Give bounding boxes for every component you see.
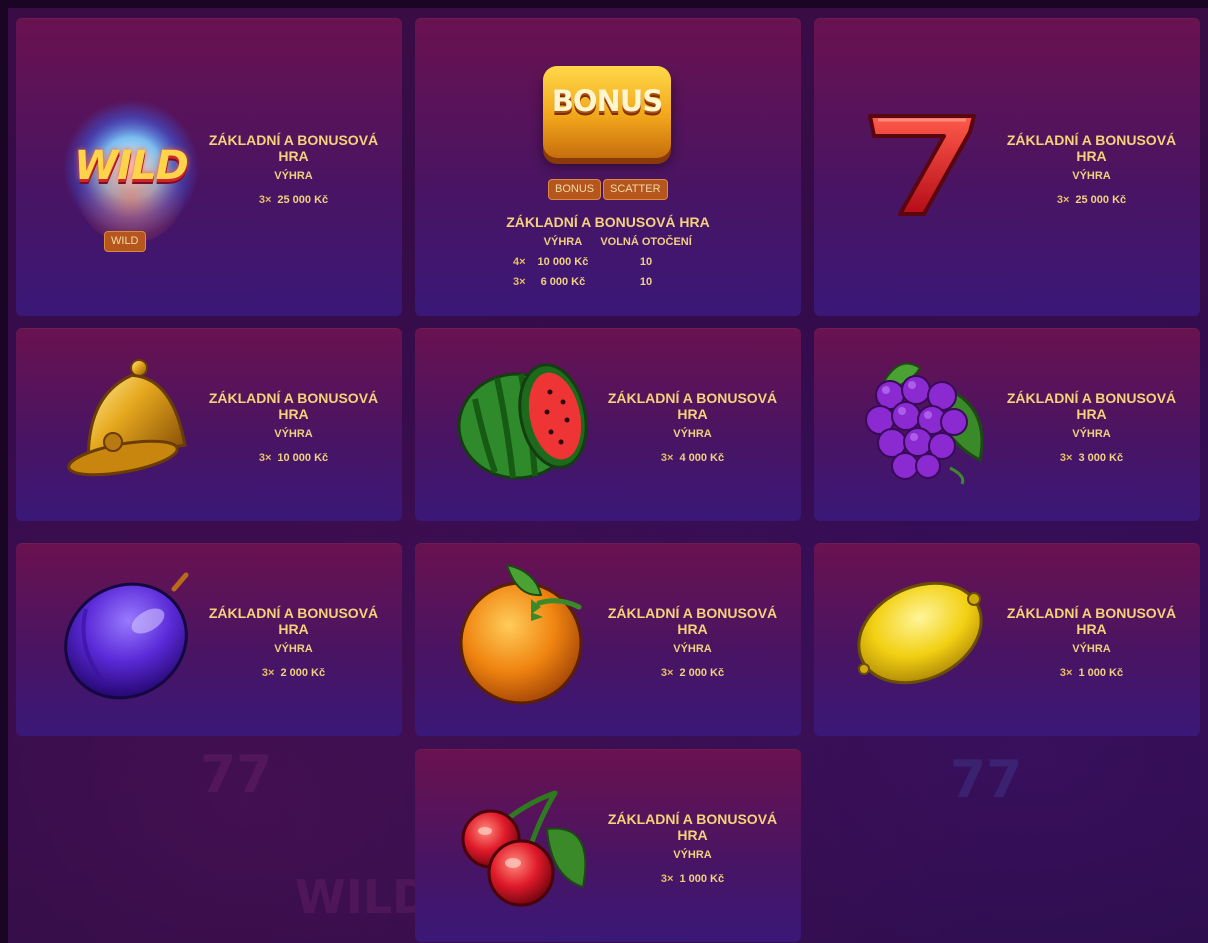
bonus-logo: BONUS bbox=[551, 84, 663, 118]
game-mode-title: ZÁKLADNÍ A BONUSOVÁ HRA bbox=[208, 605, 379, 637]
free-spins-count: 10 bbox=[639, 256, 653, 268]
payout-amount: 2 000 Kč bbox=[280, 667, 326, 679]
payout-row: 4× 10 000 Kč 10 bbox=[507, 252, 698, 272]
game-mode-title: ZÁKLADNÍ A BONUSOVÁ HRA bbox=[607, 390, 778, 422]
paytable-card-wild: WILD WILD ZÁKLADNÍ A BONUSOVÁ HRA VÝHRA … bbox=[16, 18, 402, 316]
background-seven-symbol: 77 bbox=[200, 745, 273, 805]
payout-amount: 6 000 Kč bbox=[540, 276, 586, 288]
payout-amount: 3 000 Kč bbox=[1078, 452, 1124, 464]
payout-amount: 1 000 Kč bbox=[1078, 667, 1124, 679]
multiplier: 3× bbox=[660, 873, 674, 885]
watermelon-symbol-icon bbox=[457, 363, 588, 480]
game-mode-title: ZÁKLADNÍ A BONUSOVÁ HRA bbox=[506, 214, 710, 230]
payout-info: ZÁKLADNÍ A BONUSOVÁ HRA VÝHRA 3× 1 000 Kč bbox=[605, 811, 780, 887]
paytable-card-plum: ZÁKLADNÍ A BONUSOVÁ HRA VÝHRA 3× 2 000 Kč bbox=[16, 543, 402, 736]
payout-row: 3× 25 000 Kč bbox=[1004, 192, 1179, 208]
payout-info: ZÁKLADNÍ A BONUSOVÁ HRA VÝHRA 3× 1 000 Kč bbox=[1004, 605, 1179, 681]
payout-amount: 2 000 Kč bbox=[679, 667, 725, 679]
payout-row: 3× 6 000 Kč 10 bbox=[507, 272, 698, 292]
payout-info: ZÁKLADNÍ A BONUSOVÁ HRA VÝHRA 3× 4 000 Kč bbox=[605, 390, 780, 466]
payout-amount: 1 000 Kč bbox=[679, 873, 725, 885]
frame-top bbox=[0, 0, 1208, 8]
seven-symbol-icon bbox=[868, 114, 976, 216]
lemon-symbol-icon bbox=[857, 581, 983, 685]
payout-info: ZÁKLADNÍ A BONUSOVÁ HRA VÝHRA 3× 2 000 Kč bbox=[206, 605, 381, 681]
multiplier: 3× bbox=[1056, 194, 1070, 206]
paytable-card-bonus: BONUS BONUS SCATTER ZÁKLADNÍ A BONUSOVÁ … bbox=[415, 18, 801, 316]
payout-amount: 10 000 Kč bbox=[277, 452, 329, 464]
multiplier: 3× bbox=[513, 276, 526, 288]
win-header: VÝHRA bbox=[274, 428, 313, 440]
background-wild-symbol: WILD bbox=[295, 870, 431, 924]
game-mode-title: ZÁKLADNÍ A BONUSOVÁ HRA bbox=[1006, 390, 1177, 422]
plum-symbol-icon bbox=[64, 572, 189, 700]
payout-row: 3× 25 000 Kč bbox=[206, 192, 381, 208]
paytable-card-watermelon: ZÁKLADNÍ A BONUSOVÁ HRA VÝHRA 3× 4 000 Kč bbox=[415, 328, 801, 521]
payout-row: 3× 2 000 Kč bbox=[605, 665, 780, 681]
payout-info: ZÁKLADNÍ A BONUSOVÁ HRA VÝHRA 3× 3 000 Kč bbox=[1004, 390, 1179, 466]
multiplier: 3× bbox=[258, 452, 272, 464]
multiplier: 3× bbox=[261, 667, 275, 679]
game-mode-title: ZÁKLADNÍ A BONUSOVÁ HRA bbox=[208, 132, 379, 164]
win-header: VÝHRA bbox=[673, 428, 712, 440]
payout-info: ZÁKLADNÍ A BONUSOVÁ HRA VÝHRA 3× 25 000 K… bbox=[206, 132, 381, 208]
payout-row: 3× 1 000 Kč bbox=[1004, 665, 1179, 681]
bonus-paytable: VÝHRA VOLNÁ OTOČENÍ 4× 10 000 Kč 10 3× 6… bbox=[507, 232, 698, 292]
orange-symbol-icon bbox=[459, 563, 583, 705]
payout-row: 3× 3 000 Kč bbox=[1004, 450, 1179, 466]
win-header: VÝHRA bbox=[1072, 170, 1111, 182]
game-mode-title: ZÁKLADNÍ A BONUSOVÁ HRA bbox=[208, 390, 379, 422]
payout-info: ZÁKLADNÍ A BONUSOVÁ HRA bbox=[415, 214, 801, 230]
payout-row: 3× 4 000 Kč bbox=[605, 450, 780, 466]
payout-info: ZÁKLADNÍ A BONUSOVÁ HRA VÝHRA 3× 25 000 K… bbox=[1004, 132, 1179, 208]
free-spins-header: VOLNÁ OTOČENÍ bbox=[600, 236, 692, 248]
payout-row: 3× 1 000 Kč bbox=[605, 871, 780, 887]
payout-info: ZÁKLADNÍ A BONUSOVÁ HRA VÝHRA 3× 2 000 Kč bbox=[605, 605, 780, 681]
payout-amount: 4 000 Kč bbox=[679, 452, 725, 464]
win-header: VÝHRA bbox=[1072, 428, 1111, 440]
payout-row: 3× 10 000 Kč bbox=[206, 450, 381, 466]
multiplier: 3× bbox=[660, 667, 674, 679]
game-mode-title: ZÁKLADNÍ A BONUSOVÁ HRA bbox=[607, 811, 778, 843]
win-header: VÝHRA bbox=[543, 236, 583, 248]
game-mode-title: ZÁKLADNÍ A BONUSOVÁ HRA bbox=[607, 605, 778, 637]
bonus-tag: BONUS bbox=[548, 179, 602, 200]
multiplier: 3× bbox=[258, 194, 272, 206]
bell-symbol-icon bbox=[67, 359, 187, 477]
paytable-card-cherry: ZÁKLADNÍ A BONUSOVÁ HRA VÝHRA 3× 1 000 Kč bbox=[415, 749, 801, 942]
payout-amount: 25 000 Kč bbox=[1075, 194, 1127, 206]
paytable-card-grapes: ZÁKLADNÍ A BONUSOVÁ HRA VÝHRA 3× 3 000 Kč bbox=[814, 328, 1200, 521]
game-mode-title: ZÁKLADNÍ A BONUSOVÁ HRA bbox=[1006, 132, 1177, 164]
payout-amount: 25 000 Kč bbox=[277, 194, 329, 206]
scatter-tag: SCATTER bbox=[603, 179, 668, 200]
wild-logo: WILD bbox=[74, 143, 189, 189]
win-header: VÝHRA bbox=[1072, 643, 1111, 655]
game-mode-title: ZÁKLADNÍ A BONUSOVÁ HRA bbox=[1006, 605, 1177, 637]
multiplier: 3× bbox=[1059, 452, 1073, 464]
win-header: VÝHRA bbox=[274, 643, 313, 655]
grapes-symbol-icon bbox=[865, 362, 984, 485]
win-header: VÝHRA bbox=[673, 643, 712, 655]
payout-amount: 10 000 Kč bbox=[537, 256, 589, 268]
background-seven-symbol: 77 bbox=[950, 750, 1023, 810]
paytable-screen: 77 77 WILD WILD WILD ZÁKLADNÍ A BONUSOVÁ… bbox=[0, 0, 1208, 943]
wild-tag: WILD bbox=[104, 231, 146, 252]
multiplier: 3× bbox=[1059, 667, 1073, 679]
paytable-card-lemon: ZÁKLADNÍ A BONUSOVÁ HRA VÝHRA 3× 1 000 Kč bbox=[814, 543, 1200, 736]
win-header: VÝHRA bbox=[673, 849, 712, 861]
win-header: VÝHRA bbox=[274, 170, 313, 182]
cherry-symbol-icon bbox=[461, 790, 587, 907]
paytable-card-bell: ZÁKLADNÍ A BONUSOVÁ HRA VÝHRA 3× 10 000 K… bbox=[16, 328, 402, 521]
free-spins-count: 10 bbox=[639, 276, 653, 288]
frame-left bbox=[0, 0, 8, 943]
payout-info: ZÁKLADNÍ A BONUSOVÁ HRA VÝHRA 3× 10 000 K… bbox=[206, 390, 381, 466]
multiplier: 3× bbox=[660, 452, 674, 464]
payout-row: 3× 2 000 Kč bbox=[206, 665, 381, 681]
paytable-card-seven: ZÁKLADNÍ A BONUSOVÁ HRA VÝHRA 3× 25 000 K… bbox=[814, 18, 1200, 316]
multiplier: 4× bbox=[513, 256, 526, 268]
paytable-card-orange: ZÁKLADNÍ A BONUSOVÁ HRA VÝHRA 3× 2 000 Kč bbox=[415, 543, 801, 736]
